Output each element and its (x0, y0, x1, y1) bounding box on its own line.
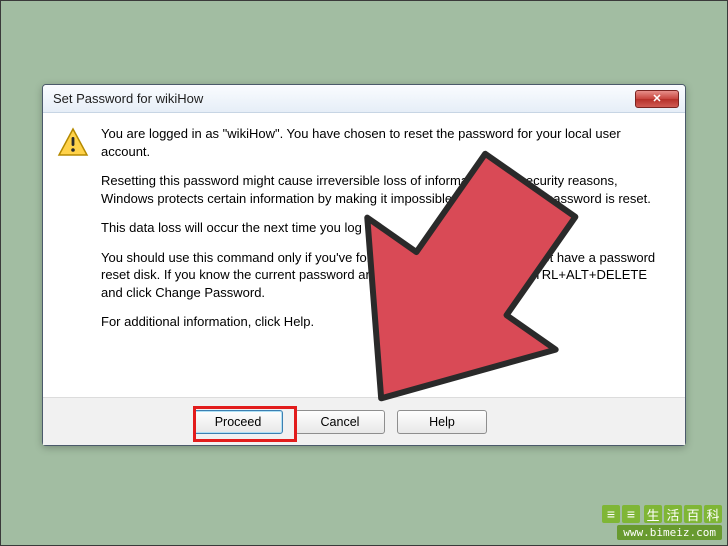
proceed-button[interactable]: Proceed (193, 410, 283, 434)
warning-icon (57, 127, 89, 159)
message-p2: Resetting this password might cause irre… (101, 172, 671, 207)
watermark-chars: 生 活 百 科 (644, 505, 722, 523)
titlebar: Set Password for wikiHow ✕ (43, 85, 685, 113)
button-row: Proceed Cancel Help (43, 397, 685, 445)
cancel-button[interactable]: Cancel (295, 410, 385, 434)
close-icon: ✕ (652, 92, 661, 105)
message-p1: You are logged in as "wikiHow". You have… (101, 125, 671, 160)
message-p5: For additional information, click Help. (101, 313, 671, 331)
password-dialog: Set Password for wikiHow ✕ You are logge… (42, 84, 686, 446)
message-column: You are logged in as "wikiHow". You have… (101, 125, 671, 397)
dialog-title: Set Password for wikiHow (53, 91, 635, 106)
dialog-content: You are logged in as "wikiHow". You have… (43, 113, 685, 397)
message-p4: You should use this command only if you'… (101, 249, 671, 302)
watermark-url: www.bimeiz.com (617, 525, 722, 540)
close-button[interactable]: ✕ (635, 90, 679, 108)
watermark-logo-squares: ≡ ≡ (602, 505, 640, 523)
message-p3: This data loss will occur the next time … (101, 219, 671, 237)
watermark: ≡ ≡ 生 活 百 科 www.bimeiz.com (602, 505, 722, 540)
help-button[interactable]: Help (397, 410, 487, 434)
